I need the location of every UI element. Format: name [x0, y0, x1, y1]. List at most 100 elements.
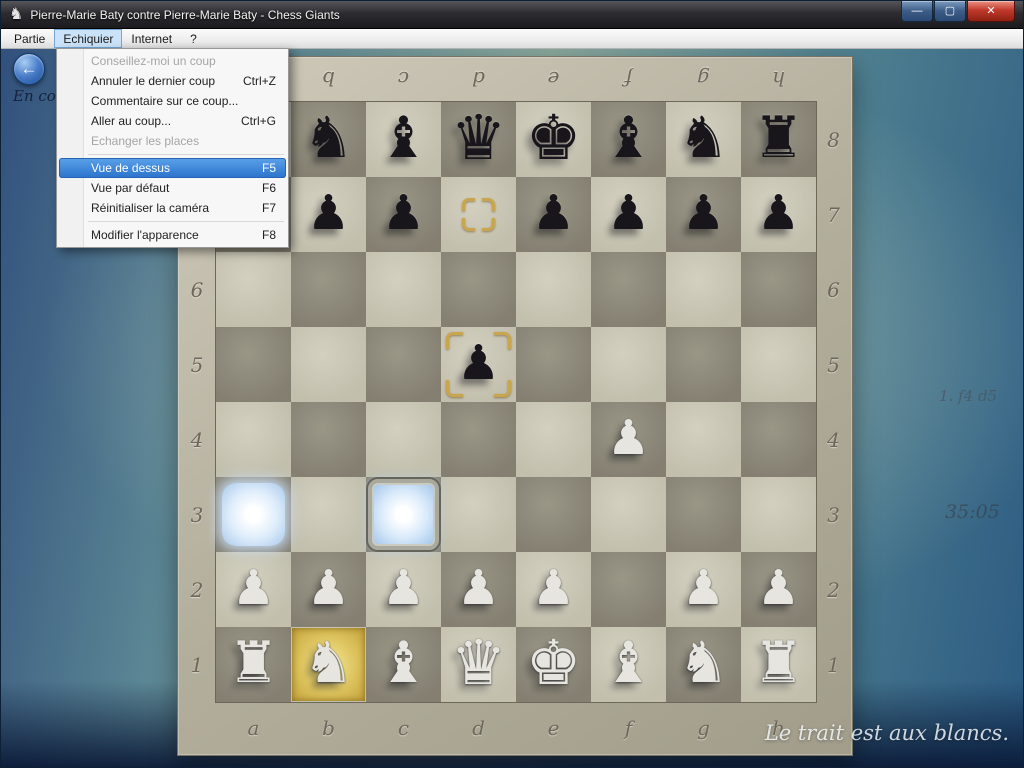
square-h1[interactable]: ♜: [741, 627, 816, 702]
square-b1[interactable]: ♞: [291, 627, 366, 702]
square-h6[interactable]: [741, 252, 816, 327]
square-g3[interactable]: [666, 477, 741, 552]
square-e7[interactable]: ♟: [516, 177, 591, 252]
move-hint-highlight[interactable]: [222, 483, 285, 546]
square-c2[interactable]: ♟: [366, 552, 441, 627]
piece-black-pawn[interactable]: ♟: [516, 175, 591, 250]
square-b4[interactable]: [291, 402, 366, 477]
square-e1[interactable]: ♚: [516, 627, 591, 702]
square-b6[interactable]: [291, 252, 366, 327]
square-e2[interactable]: ♟: [516, 552, 591, 627]
piece-black-pawn[interactable]: ♟: [291, 175, 366, 250]
piece-white-pawn[interactable]: ♟: [591, 400, 666, 475]
square-a6[interactable]: [216, 252, 291, 327]
square-f4[interactable]: ♟: [591, 402, 666, 477]
piece-white-bishop[interactable]: ♝: [591, 625, 666, 700]
square-d2[interactable]: ♟: [441, 552, 516, 627]
piece-black-queen[interactable]: ♛: [441, 100, 516, 175]
square-g6[interactable]: [666, 252, 741, 327]
square-b3[interactable]: [291, 477, 366, 552]
menu-item-annuler-le-dernier-coup[interactable]: Annuler le dernier coup Ctrl+Z: [59, 71, 286, 91]
square-c4[interactable]: [366, 402, 441, 477]
square-h8[interactable]: ♜: [741, 102, 816, 177]
square-h3[interactable]: [741, 477, 816, 552]
square-b5[interactable]: [291, 327, 366, 402]
piece-white-pawn[interactable]: ♟: [441, 550, 516, 625]
piece-white-pawn[interactable]: ♟: [291, 550, 366, 625]
square-a4[interactable]: [216, 402, 291, 477]
piece-white-bishop[interactable]: ♝: [366, 625, 441, 700]
square-e5[interactable]: [516, 327, 591, 402]
piece-white-pawn[interactable]: ♟: [516, 550, 591, 625]
piece-black-pawn[interactable]: ♟: [666, 175, 741, 250]
square-h7[interactable]: ♟: [741, 177, 816, 252]
square-e3[interactable]: [516, 477, 591, 552]
square-d3[interactable]: [441, 477, 516, 552]
square-e8[interactable]: ♚: [516, 102, 591, 177]
square-a1[interactable]: ♜: [216, 627, 291, 702]
square-g4[interactable]: [666, 402, 741, 477]
square-f8[interactable]: ♝: [591, 102, 666, 177]
square-g8[interactable]: ♞: [666, 102, 741, 177]
square-a2[interactable]: ♟: [216, 552, 291, 627]
framed-move-hint-highlight[interactable]: [368, 479, 439, 550]
piece-white-pawn[interactable]: ♟: [216, 550, 291, 625]
menu-item-aller-au-coup[interactable]: Aller au coup... Ctrl+G: [59, 111, 286, 131]
menu-item-reinitialiser-la-camera[interactable]: Réinitialiser la caméra F7: [59, 198, 286, 218]
menubar-item-partie[interactable]: Partie: [5, 29, 54, 48]
menu-item-commentaire-sur-ce-coup[interactable]: Commentaire sur ce coup...: [59, 91, 286, 111]
piece-black-knight[interactable]: ♞: [666, 100, 741, 175]
back-button[interactable]: ←: [13, 53, 45, 85]
piece-white-pawn[interactable]: ♟: [741, 550, 816, 625]
menubar-item-help[interactable]: ?: [181, 29, 206, 48]
piece-black-bishop[interactable]: ♝: [591, 100, 666, 175]
minimize-button[interactable]: —: [901, 1, 933, 22]
square-g2[interactable]: ♟: [666, 552, 741, 627]
menubar-item-internet[interactable]: Internet: [122, 29, 181, 48]
square-f7[interactable]: ♟: [591, 177, 666, 252]
square-b8[interactable]: ♞: [291, 102, 366, 177]
piece-black-bishop[interactable]: ♝: [366, 100, 441, 175]
square-c5[interactable]: [366, 327, 441, 402]
menu-item-vue-par-defaut[interactable]: Vue par défaut F6: [59, 178, 286, 198]
piece-black-knight[interactable]: ♞: [291, 100, 366, 175]
piece-white-knight[interactable]: ♞: [291, 625, 366, 700]
square-g1[interactable]: ♞: [666, 627, 741, 702]
menu-item-vue-de-dessus[interactable]: Vue de dessus F5: [59, 158, 286, 178]
titlebar[interactable]: ♞ Pierre-Marie Baty contre Pierre-Marie …: [1, 1, 1023, 29]
menubar-item-echiquier[interactable]: Echiquier: [54, 29, 122, 48]
square-c1[interactable]: ♝: [366, 627, 441, 702]
square-b2[interactable]: ♟: [291, 552, 366, 627]
piece-white-king[interactable]: ♚: [516, 625, 591, 700]
square-f6[interactable]: [591, 252, 666, 327]
square-c8[interactable]: ♝: [366, 102, 441, 177]
square-g7[interactable]: ♟: [666, 177, 741, 252]
piece-black-pawn[interactable]: ♟: [741, 175, 816, 250]
square-e6[interactable]: [516, 252, 591, 327]
square-d8[interactable]: ♛: [441, 102, 516, 177]
close-button[interactable]: ✕: [967, 1, 1015, 22]
menu-item-modifier-l-apparence[interactable]: Modifier l'apparence F8: [59, 225, 286, 245]
square-h2[interactable]: ♟: [741, 552, 816, 627]
square-c3[interactable]: [366, 477, 441, 552]
piece-black-pawn[interactable]: ♟: [366, 175, 441, 250]
square-f2[interactable]: [591, 552, 666, 627]
square-h5[interactable]: [741, 327, 816, 402]
piece-white-rook[interactable]: ♜: [216, 625, 291, 700]
piece-white-pawn[interactable]: ♟: [366, 550, 441, 625]
piece-white-knight[interactable]: ♞: [666, 625, 741, 700]
square-a3[interactable]: [216, 477, 291, 552]
square-f1[interactable]: ♝: [591, 627, 666, 702]
square-d1[interactable]: ♛: [441, 627, 516, 702]
square-g5[interactable]: [666, 327, 741, 402]
square-f5[interactable]: [591, 327, 666, 402]
piece-white-queen[interactable]: ♛: [441, 625, 516, 700]
square-h4[interactable]: [741, 402, 816, 477]
square-d6[interactable]: [441, 252, 516, 327]
piece-black-king[interactable]: ♚: [516, 100, 591, 175]
square-c6[interactable]: [366, 252, 441, 327]
square-d7[interactable]: [441, 177, 516, 252]
square-b7[interactable]: ♟: [291, 177, 366, 252]
square-d4[interactable]: [441, 402, 516, 477]
square-e4[interactable]: [516, 402, 591, 477]
